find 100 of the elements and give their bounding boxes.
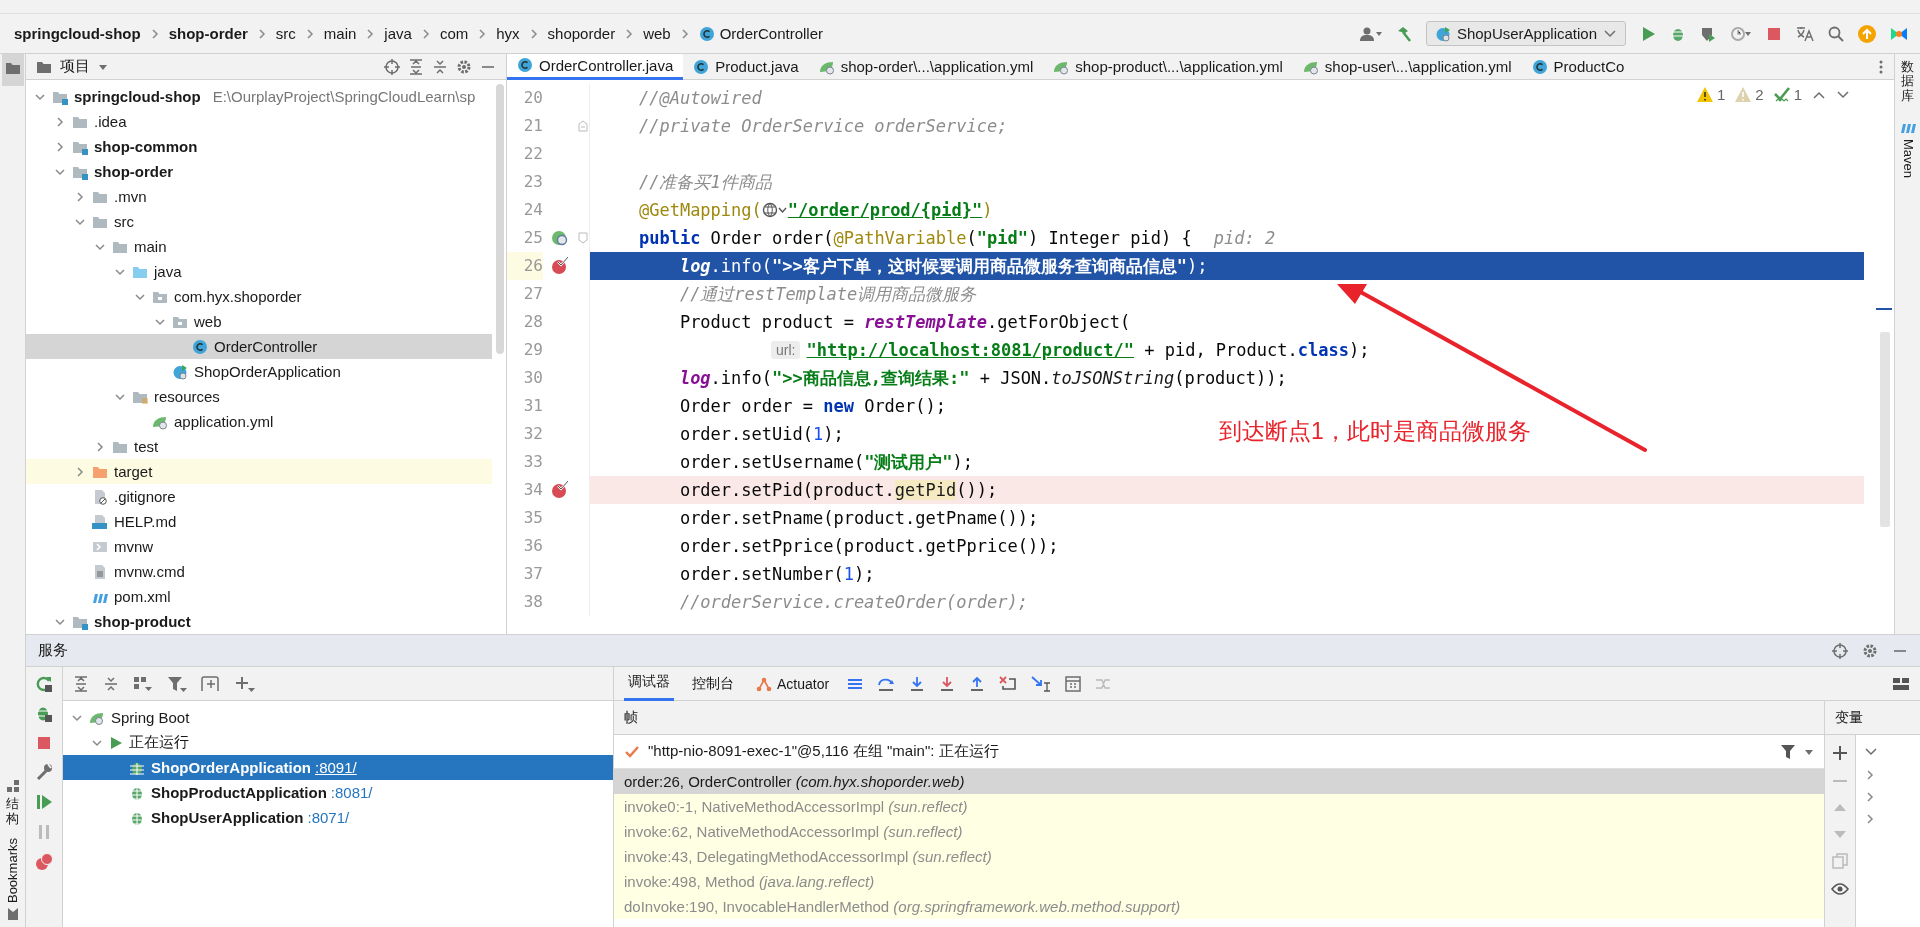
watch-icon[interactable] (1831, 881, 1849, 897)
tree-item[interactable]: .mvn (26, 184, 492, 209)
tree-item[interactable]: .gitignore (26, 484, 492, 509)
scrollbar[interactable] (496, 84, 504, 354)
tree-item[interactable]: ShopOrderApplication (26, 359, 492, 384)
editor-tab[interactable]: shop-user\...\application.yml (1292, 53, 1522, 80)
resume-icon[interactable] (35, 793, 53, 811)
editor-tab[interactable]: OrderController.java (507, 53, 684, 80)
bean-icon[interactable] (551, 229, 569, 247)
tool-window-button[interactable]: 结构 (2, 773, 23, 832)
chevron-icon[interactable] (1864, 769, 1876, 781)
tree-item[interactable]: OrderController (26, 334, 492, 359)
expand-all-icon[interactable] (73, 675, 89, 692)
tree-item[interactable]: shop-product (26, 609, 492, 634)
locate-icon[interactable] (384, 58, 400, 75)
locate-icon[interactable] (1832, 642, 1848, 659)
tree-item[interactable]: web (26, 309, 492, 334)
filter-icon[interactable] (1780, 743, 1796, 760)
tool-window-button[interactable]: 数据库 (1897, 54, 1918, 109)
chevron-icon[interactable] (74, 190, 86, 203)
tree-item[interactable]: shop-order (26, 159, 492, 184)
run-configuration-dropdown[interactable]: ShopUserApplication (1425, 21, 1626, 46)
port-link[interactable]: :8071/ (307, 809, 350, 826)
expand-all-icon[interactable] (408, 58, 424, 75)
breadcrumb[interactable]: main (321, 23, 359, 44)
force-step-into-icon[interactable] (939, 675, 956, 692)
chevron-icon[interactable] (54, 140, 66, 153)
panel-title[interactable]: 项目 (60, 57, 90, 76)
breakpoint-icon[interactable] (551, 481, 569, 499)
stop-icon[interactable] (36, 735, 52, 751)
stop-icon[interactable] (1766, 25, 1782, 42)
step-out-icon[interactable] (969, 675, 986, 692)
breadcrumb[interactable]: shoporder (545, 23, 618, 44)
chevron-icon[interactable] (94, 440, 106, 453)
translate-icon[interactable] (1796, 25, 1814, 42)
editor-tab[interactable]: shop-order\...\application.yml (808, 53, 1044, 80)
editor-tab[interactable]: ProductCo (1521, 53, 1635, 80)
tool-window-button[interactable]: Maven (1898, 108, 1917, 188)
tree-item[interactable]: ShopOrderApplication :8091/ (63, 755, 613, 780)
collapse-all-icon[interactable] (103, 675, 119, 692)
search-icon[interactable] (1828, 25, 1844, 42)
globe-icon[interactable] (761, 202, 788, 218)
layout-icon[interactable] (1892, 675, 1910, 692)
editor-tab[interactable]: shop-product\...\application.yml (1043, 53, 1293, 80)
tree-item[interactable]: application.yml (26, 409, 492, 434)
shield-icon[interactable] (1700, 25, 1716, 42)
tree-item[interactable]: resources (26, 384, 492, 409)
breadcrumb[interactable]: OrderController (696, 23, 826, 44)
tree-item[interactable]: pom.xml (26, 584, 492, 609)
clock-icon[interactable] (1730, 25, 1752, 42)
inspection-counter[interactable]: 1 (1696, 86, 1726, 103)
tree-item[interactable]: mvnw.cmd (26, 559, 492, 584)
tree-item[interactable]: Spring Boot (63, 705, 613, 730)
tree-item[interactable]: target (26, 459, 492, 484)
scrollbar[interactable] (1880, 332, 1890, 527)
tree-item[interactable]: java (26, 259, 492, 284)
breadcrumb[interactable]: shop-order (166, 23, 250, 44)
chevron-icon[interactable] (1864, 813, 1876, 825)
run-icon[interactable] (1640, 25, 1656, 42)
chevron-icon[interactable] (1864, 791, 1876, 803)
stack-frame[interactable]: order:26, OrderController (com.hyx.shoporder.web) (614, 769, 1824, 794)
group-icon[interactable] (133, 675, 153, 692)
tree-item[interactable]: main (26, 234, 492, 259)
debugger-tab[interactable]: 控制台 (688, 666, 738, 701)
filter-icon[interactable] (167, 675, 187, 692)
breakpoint-icon[interactable] (551, 257, 569, 275)
debugger-tab[interactable]: Actuator (752, 666, 834, 701)
project-tool-button[interactable] (1, 54, 24, 86)
tree-item[interactable]: com.hyx.shoporder (26, 284, 492, 309)
tree-item[interactable]: springcloud-shop E:\OurplayProject\SpringCloudLearn\sp (26, 84, 492, 109)
rerun-icon[interactable] (35, 675, 53, 693)
panel-title[interactable]: 服务 (38, 641, 68, 660)
tool-window-button[interactable]: Bookmarks (3, 831, 22, 927)
breakpoints-icon[interactable] (35, 853, 53, 871)
inspection-counter[interactable]: 2 (1735, 86, 1764, 103)
settings-icon[interactable] (1862, 642, 1878, 659)
breadcrumb[interactable]: springcloud-shop (12, 23, 143, 44)
add-icon[interactable] (235, 675, 255, 692)
tree-item[interactable]: mvnw (26, 534, 492, 559)
settings-icon[interactable] (456, 58, 472, 75)
update-icon[interactable] (1858, 24, 1876, 43)
editor-tab[interactable]: Product.java (683, 53, 809, 80)
port-link[interactable]: :8081/ (330, 784, 373, 801)
tree-item[interactable]: ShopUserApplication :8071/ (63, 805, 613, 830)
more-icon[interactable] (1878, 58, 1884, 75)
chevron-icon[interactable] (74, 465, 86, 478)
tree-item[interactable]: shop-common (26, 134, 492, 159)
collapse-all-icon[interactable] (432, 58, 448, 75)
user-icon[interactable] (1359, 25, 1382, 42)
tree-item[interactable]: src (26, 209, 492, 234)
breadcrumb[interactable]: src (273, 23, 298, 44)
breadcrumb[interactable]: java (382, 23, 414, 44)
tree-item[interactable]: 正在运行 (63, 730, 613, 755)
drop-frame-icon[interactable] (999, 675, 1018, 692)
port-link[interactable]: :8091/ (315, 759, 357, 776)
calculator-icon[interactable] (1065, 675, 1082, 692)
step-into-icon[interactable] (909, 675, 926, 692)
inspection-counter[interactable]: 1 (1773, 86, 1802, 103)
tree-item[interactable]: .idea (26, 109, 492, 134)
tree-item[interactable]: ShopProductApplication :8081/ (63, 780, 613, 805)
